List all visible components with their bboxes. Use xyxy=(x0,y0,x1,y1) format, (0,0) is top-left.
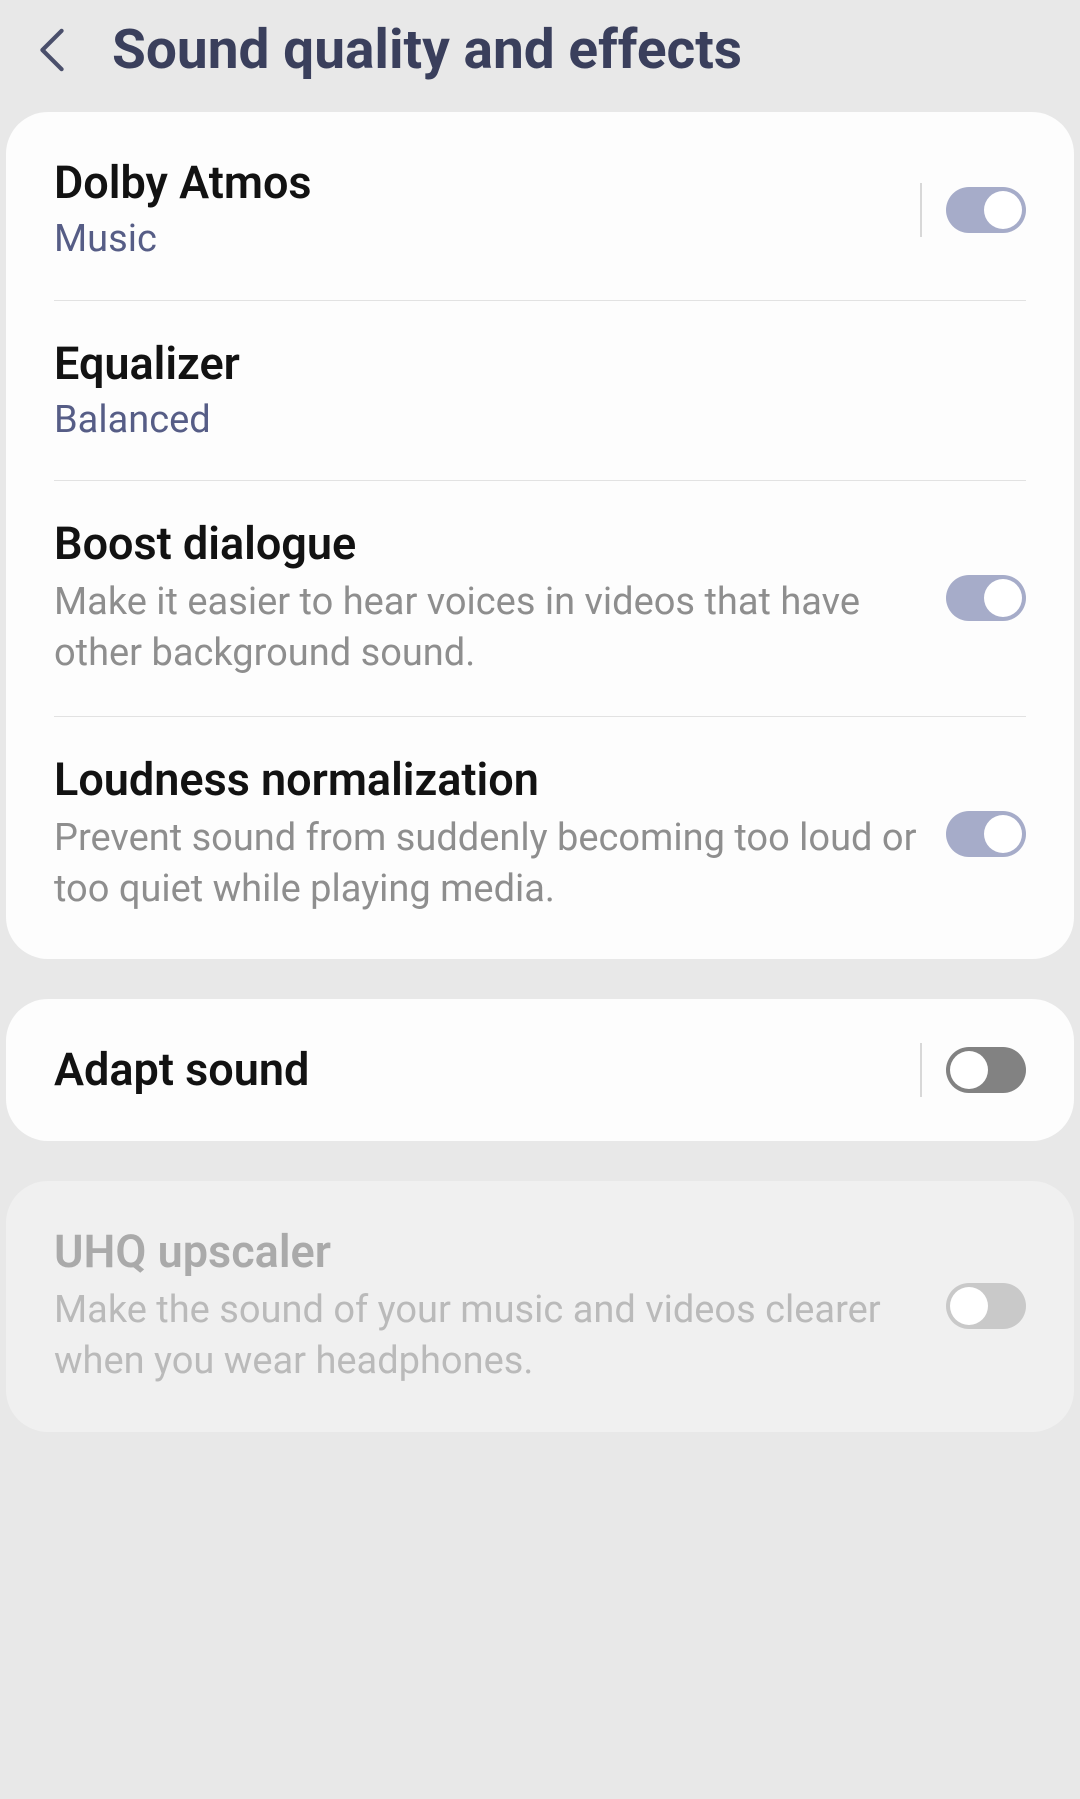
item-description: Make the sound of your music and videos … xyxy=(54,1285,922,1388)
loudness-normalization-toggle[interactable] xyxy=(946,811,1026,857)
settings-group-uhq: UHQ upscaler Make the sound of your musi… xyxy=(6,1181,1074,1432)
control-area xyxy=(946,811,1026,857)
dolby-atmos-item[interactable]: Dolby Atmos Music xyxy=(6,112,1074,300)
boost-dialogue-toggle[interactable] xyxy=(946,575,1026,621)
item-title: Dolby Atmos xyxy=(54,156,896,210)
item-title: UHQ upscaler xyxy=(54,1225,922,1279)
control-area xyxy=(946,1283,1026,1329)
uhq-upscaler-toggle xyxy=(946,1283,1026,1329)
item-title: Loudness normalization xyxy=(54,753,922,807)
page-title: Sound quality and effects xyxy=(112,18,742,82)
item-title: Equalizer xyxy=(54,337,1026,391)
item-title: Adapt sound xyxy=(54,1043,896,1097)
toggle-knob xyxy=(950,1051,988,1089)
control-area xyxy=(920,183,1026,237)
item-text-block: UHQ upscaler Make the sound of your musi… xyxy=(54,1225,922,1388)
item-text-block: Equalizer Balanced xyxy=(54,337,1026,445)
item-text-block: Loudness normalization Prevent sound fro… xyxy=(54,753,922,916)
boost-dialogue-item[interactable]: Boost dialogue Make it easier to hear vo… xyxy=(6,481,1074,716)
toggle-knob xyxy=(984,579,1022,617)
settings-group-adapt: Adapt sound xyxy=(6,999,1074,1141)
separator-line xyxy=(920,183,922,237)
item-description: Prevent sound from suddenly becoming too… xyxy=(54,813,922,916)
uhq-upscaler-item: UHQ upscaler Make the sound of your musi… xyxy=(6,1181,1074,1432)
adapt-sound-toggle[interactable] xyxy=(946,1047,1026,1093)
adapt-sound-item[interactable]: Adapt sound xyxy=(6,999,1074,1141)
item-subtitle: Balanced xyxy=(54,397,1026,445)
dolby-atmos-toggle[interactable] xyxy=(946,187,1026,233)
toggle-knob xyxy=(984,191,1022,229)
control-area xyxy=(946,575,1026,621)
item-subtitle: Music xyxy=(54,216,896,264)
equalizer-item[interactable]: Equalizer Balanced xyxy=(6,301,1074,481)
item-text-block: Boost dialogue Make it easier to hear vo… xyxy=(54,517,922,680)
separator-line xyxy=(920,1043,922,1097)
item-description: Make it easier to hear voices in videos … xyxy=(54,577,922,680)
item-title: Boost dialogue xyxy=(54,517,922,571)
item-text-block: Dolby Atmos Music xyxy=(54,156,896,264)
back-button[interactable] xyxy=(28,26,76,74)
toggle-knob xyxy=(950,1287,988,1325)
chevron-left-icon xyxy=(37,26,67,74)
item-text-block: Adapt sound xyxy=(54,1043,896,1097)
header: Sound quality and effects xyxy=(0,0,1080,112)
toggle-knob xyxy=(984,815,1022,853)
loudness-normalization-item[interactable]: Loudness normalization Prevent sound fro… xyxy=(6,717,1074,960)
control-area xyxy=(920,1043,1026,1097)
settings-group-main: Dolby Atmos Music Equalizer Balanced Boo… xyxy=(6,112,1074,959)
